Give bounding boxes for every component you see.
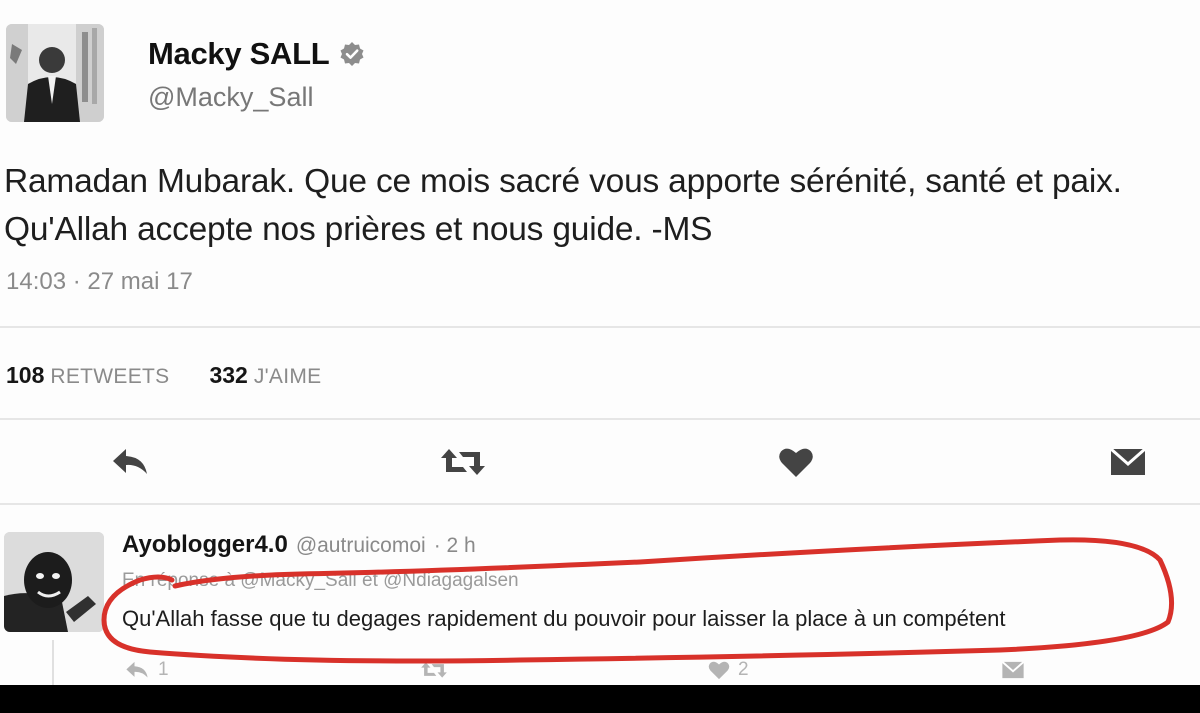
divider	[0, 326, 1200, 328]
retweet-button[interactable]	[438, 440, 488, 484]
heart-icon	[708, 661, 730, 680]
direct-message-button[interactable]	[1106, 440, 1150, 484]
reply-like-count: 2	[738, 659, 749, 680]
author-name-row: Macky SALL	[148, 36, 365, 72]
reply-button[interactable]	[108, 440, 152, 484]
reply-reply-count: 1	[158, 659, 169, 680]
message-icon	[1001, 661, 1025, 679]
bottom-black-bar	[0, 685, 1200, 713]
retweets-stat[interactable]: 108 RETWEETS	[6, 362, 169, 389]
tweet-timestamp[interactable]: 14:03 · 27 mai 17	[6, 268, 193, 296]
reply-icon	[126, 661, 148, 678]
retweets-count: 108	[6, 362, 45, 388]
likes-label: J'AIME	[253, 365, 322, 388]
likes-stat[interactable]: 332 J'AIME	[209, 362, 321, 389]
reply-author-avatar[interactable]	[4, 532, 104, 632]
author-avatar[interactable]	[6, 24, 104, 122]
divider	[0, 418, 1200, 420]
verified-badge-icon	[339, 41, 365, 67]
reply-time[interactable]: · 2 h	[434, 534, 476, 558]
divider	[0, 503, 1200, 505]
reply-retweet-button[interactable]	[420, 656, 448, 684]
reply-reply-button[interactable]: 1	[124, 656, 169, 684]
reply-context: En réponse à @Macky_Sall et @Ndiagagalse…	[122, 570, 519, 591]
tweet-stats: 108 RETWEETS 332 J'AIME	[6, 362, 321, 389]
retweets-label: RETWEETS	[50, 365, 170, 388]
thread-line	[52, 640, 54, 690]
like-button[interactable]	[774, 440, 818, 484]
heart-icon	[779, 448, 813, 477]
likes-count: 332	[209, 362, 248, 388]
reply-header: Ayoblogger4.0 @autruicomoi · 2 h	[122, 531, 476, 559]
reply-text: Qu'Allah fasse que tu degages rapidement…	[122, 606, 1006, 631]
reply-author-handle[interactable]: @autruicomoi	[296, 534, 426, 558]
message-icon	[1110, 447, 1146, 475]
reply-message-button[interactable]	[1000, 656, 1026, 684]
retweet-icon	[421, 662, 447, 678]
tweet-text: Ramadan Mubarak. Que ce mois sacré vous …	[4, 163, 1122, 248]
author-handle[interactable]: @Macky_Sall	[148, 82, 313, 113]
reply-icon	[113, 449, 147, 474]
author-name[interactable]: Macky SALL	[148, 36, 330, 72]
reply-like-button[interactable]: 2	[708, 656, 749, 684]
reply-author-name[interactable]: Ayoblogger4.0	[122, 531, 288, 559]
tweet-screenshot: Macky SALL @Macky_Sall Ramadan Mubarak. …	[0, 0, 1200, 713]
retweet-icon	[441, 449, 485, 475]
